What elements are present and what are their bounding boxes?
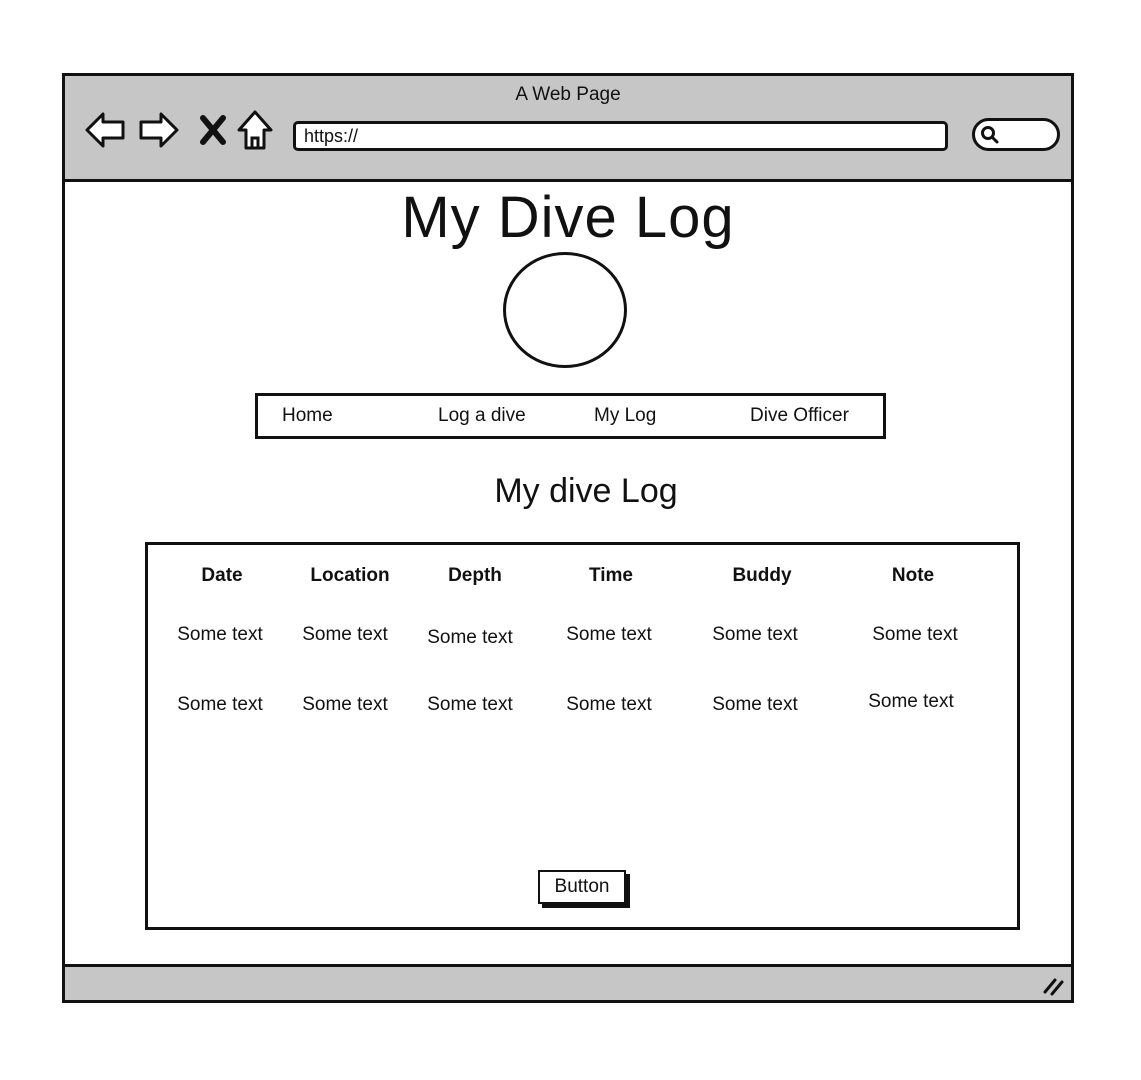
table-cell: Some text	[177, 694, 263, 715]
column-header-date: Date	[201, 565, 243, 586]
close-icon[interactable]	[195, 108, 231, 152]
page-title: My Dive Log	[401, 185, 735, 250]
table-cell: Some text	[427, 694, 513, 715]
nav-item-log-a-dive[interactable]: Log a dive	[438, 405, 526, 427]
status-bar	[65, 964, 1071, 1000]
browser-toolbar: A Web Page https://	[65, 76, 1071, 182]
main-nav: Home Log a dive My Log Dive Officer	[255, 393, 886, 439]
table-cell: Some text	[177, 624, 263, 645]
table-cell: Some text	[712, 624, 798, 645]
dive-log-table: Date Location Depth Time Buddy Note Some…	[145, 542, 1020, 930]
nav-item-home[interactable]: Home	[282, 405, 333, 427]
arrow-right-icon[interactable]	[137, 108, 181, 152]
arrow-left-icon[interactable]	[83, 108, 127, 152]
browser-window: A Web Page https:// My Dive Log Home Log…	[62, 73, 1074, 1003]
table-cell: Some text	[872, 624, 958, 645]
column-header-depth: Depth	[448, 565, 502, 586]
table-action-button[interactable]: Button	[538, 870, 626, 904]
column-header-note: Note	[891, 565, 935, 586]
search-icon	[981, 126, 999, 144]
home-icon[interactable]	[235, 108, 275, 152]
nav-item-my-log[interactable]: My Log	[594, 405, 656, 427]
url-input[interactable]: https://	[293, 121, 948, 151]
nav-item-dive-officer[interactable]: Dive Officer	[750, 405, 849, 427]
column-header-buddy: Buddy	[732, 565, 792, 586]
window-title: A Web Page	[515, 84, 621, 105]
column-header-location: Location	[310, 565, 390, 586]
table-cell: Some text	[566, 694, 652, 715]
page-content: My Dive Log Home Log a dive My Log Dive …	[65, 182, 1071, 967]
table-cell: Some text	[566, 624, 652, 645]
resize-grip-icon[interactable]	[1041, 974, 1065, 996]
logo-placeholder	[503, 252, 627, 368]
column-header-time: Time	[588, 565, 634, 586]
table-cell: Some text	[712, 694, 798, 715]
table-cell: Some text	[427, 627, 513, 648]
table-cell: Some text	[868, 691, 954, 712]
search-input[interactable]	[972, 118, 1060, 151]
table-cell: Some text	[302, 694, 388, 715]
section-title: My dive Log	[494, 472, 678, 510]
table-cell: Some text	[302, 624, 388, 645]
